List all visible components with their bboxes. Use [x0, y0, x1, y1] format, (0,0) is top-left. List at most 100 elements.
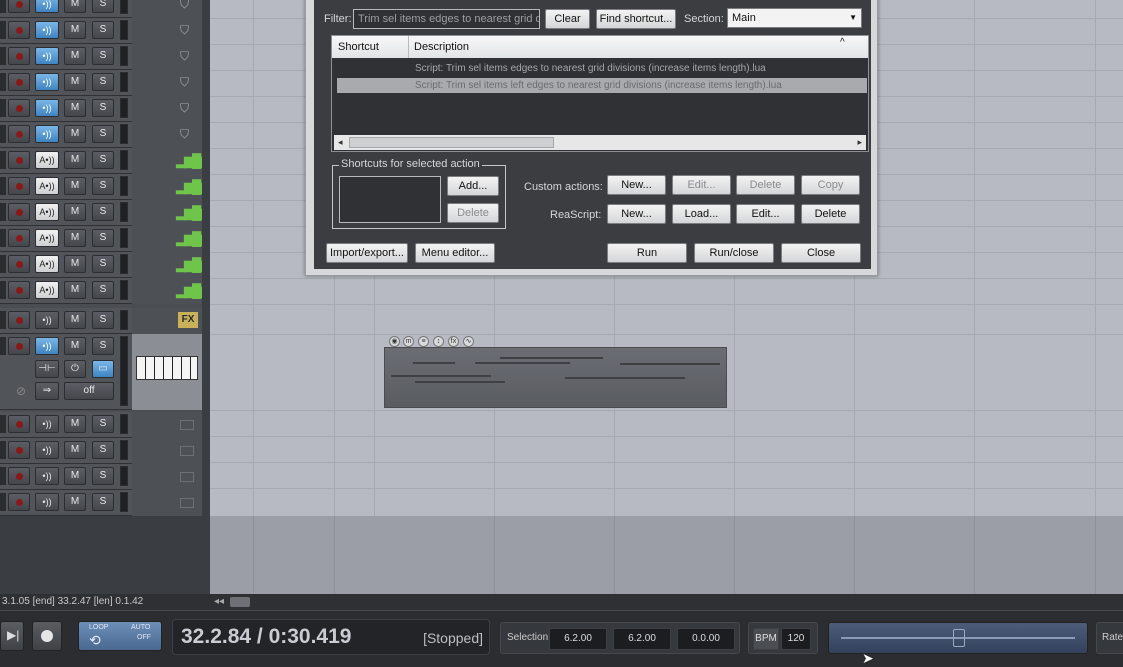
mute-button[interactable]: M	[64, 151, 86, 169]
solo-button[interactable]: S	[92, 255, 114, 273]
menu-editor-button[interactable]: Menu editor...	[415, 243, 495, 263]
monitor-button[interactable]: A•))	[35, 203, 59, 221]
track-row[interactable]: A•)) MS ▂▆█▆▂	[0, 278, 202, 304]
track-row[interactable]: •)) M S	[0, 464, 202, 490]
solo-button[interactable]: S	[92, 441, 114, 459]
fx-icon[interactable]: FX	[178, 312, 198, 328]
solo-button[interactable]: S	[92, 21, 114, 39]
route-button[interactable]: ⇒	[35, 382, 59, 400]
solo-button[interactable]: S	[92, 125, 114, 143]
track-row[interactable]: •)) M S FX	[0, 308, 202, 334]
solo-button[interactable]: S	[92, 493, 114, 511]
find-shortcut-button[interactable]: Find shortcut...	[596, 9, 676, 29]
solo-button[interactable]: S	[92, 203, 114, 221]
list-item[interactable]: Script: Trim sel items edges to nearest …	[337, 61, 867, 76]
mute-button[interactable]: M	[64, 493, 86, 511]
properties-icon[interactable]: ≡	[418, 336, 429, 347]
solo-button[interactable]: S	[92, 0, 114, 13]
record-arm-button[interactable]	[8, 467, 30, 485]
time-display[interactable]: 32.2.84 / 0:30.419 [Stopped]	[172, 619, 490, 655]
track-row[interactable]: •)) M S ⊣⊢ ⏻ ▭ ⇒ off ⊘	[0, 334, 202, 410]
reascript-delete-button[interactable]: Delete	[801, 204, 860, 224]
scroll-left-arrow-icon[interactable]: ◂	[338, 135, 343, 150]
mute-button[interactable]: M	[64, 337, 86, 355]
solo-button[interactable]: S	[92, 73, 114, 91]
record-button[interactable]	[32, 621, 62, 651]
auto-label[interactable]: AUTO	[131, 624, 150, 631]
mute-button[interactable]: M	[64, 47, 86, 65]
horizontal-scrollbar[interactable]: ◂◂	[210, 594, 1123, 610]
track-row[interactable]: •)) M S ⛉	[0, 44, 202, 70]
record-arm-button[interactable]	[8, 337, 30, 355]
mute-button[interactable]: M	[64, 99, 86, 117]
section-select[interactable]: Main ▼	[727, 8, 862, 28]
monitor-button[interactable]: •))	[35, 441, 59, 459]
monitor-button[interactable]: •))	[35, 493, 59, 511]
monitor-button[interactable]: •))	[35, 415, 59, 433]
solo-button[interactable]: S	[92, 337, 114, 355]
track-row[interactable]: •)) M S ⛉	[0, 0, 202, 18]
midi-item[interactable]	[384, 347, 727, 408]
mute-button[interactable]: M	[64, 177, 86, 195]
close-button[interactable]: Close	[781, 243, 861, 263]
record-arm-button[interactable]	[8, 125, 30, 143]
record-arm-button[interactable]	[8, 21, 30, 39]
mute-button[interactable]: M	[64, 73, 86, 91]
list-scroll-thumb[interactable]	[349, 137, 554, 148]
record-arm-button[interactable]	[8, 281, 30, 299]
reascript-new-button[interactable]: New...	[607, 204, 666, 224]
phase-invert-icon[interactable]: ⊘	[16, 384, 30, 400]
track-row[interactable]: •)) M S	[0, 412, 202, 438]
play-button[interactable]: ▶|	[0, 621, 24, 651]
mute-button[interactable]: M	[64, 311, 86, 329]
record-arm-button[interactable]	[8, 311, 30, 329]
mute-button[interactable]: M	[64, 255, 86, 273]
delete-shortcut-button[interactable]: Delete	[447, 203, 499, 223]
run-button[interactable]: Run	[607, 243, 687, 263]
track-row[interactable]: •)) M S ⛉	[0, 70, 202, 96]
fx-chain-button[interactable]: ▭	[92, 360, 114, 378]
track-row[interactable]: A•)) MS ▂▆█▆▂	[0, 148, 202, 174]
envelope-icon[interactable]: ∿	[463, 336, 474, 347]
monitor-button[interactable]: A•))	[35, 255, 59, 273]
reascript-edit-button[interactable]: Edit...	[736, 204, 795, 224]
shortcuts-list[interactable]	[339, 176, 441, 223]
track-row[interactable]: •)) M S ⛉	[0, 18, 202, 44]
track-row[interactable]: •)) M S	[0, 490, 202, 516]
slider-handle[interactable]	[953, 629, 965, 647]
monitor-button[interactable]: •))	[35, 73, 59, 91]
record-arm-button[interactable]	[8, 151, 30, 169]
monitor-button[interactable]: •))	[35, 125, 59, 143]
monitor-button[interactable]: •))	[35, 47, 59, 65]
automation-mode-button[interactable]: off	[64, 382, 114, 400]
record-arm-button[interactable]	[8, 203, 30, 221]
tcp-empty-area[interactable]	[0, 516, 210, 594]
monitor-button[interactable]: •))	[35, 337, 59, 355]
monitor-button[interactable]: A•))	[35, 177, 59, 195]
record-arm-button[interactable]	[8, 99, 30, 117]
monitor-button[interactable]: •))	[35, 0, 59, 13]
rate-box[interactable]: Rate	[1096, 622, 1123, 654]
mute-button[interactable]: M	[64, 415, 86, 433]
record-arm-button[interactable]	[8, 73, 30, 91]
scroll-left-icon[interactable]: ◂◂	[214, 594, 224, 610]
input-button[interactable]: ⊣⊢	[35, 360, 59, 378]
add-shortcut-button[interactable]: Add...	[447, 176, 499, 196]
solo-button[interactable]: S	[92, 177, 114, 195]
mute-button[interactable]: M	[64, 441, 86, 459]
custom-edit-button[interactable]: Edit...	[672, 175, 731, 195]
auto-off-label[interactable]: OFF	[137, 634, 151, 641]
monitor-button[interactable]: •))	[35, 21, 59, 39]
selection-start[interactable]: 6.2.00	[549, 628, 607, 650]
loop-icon[interactable]: ⟲	[89, 632, 101, 649]
monitor-button[interactable]: A•))	[35, 229, 59, 247]
solo-button[interactable]: S	[92, 415, 114, 433]
track-row[interactable]: A•)) MS ▂▆█▆▂	[0, 252, 202, 278]
monitor-button[interactable]: •))	[35, 99, 59, 117]
selection-length[interactable]: 0.0.00	[677, 628, 735, 650]
bpm-value[interactable]: 120	[781, 628, 811, 650]
track-row[interactable]: •)) M S ⛉	[0, 122, 202, 148]
record-arm-button[interactable]	[8, 177, 30, 195]
solo-button[interactable]: S	[92, 311, 114, 329]
track-row[interactable]: A•)) MS ▂▆█▆▂	[0, 226, 202, 252]
